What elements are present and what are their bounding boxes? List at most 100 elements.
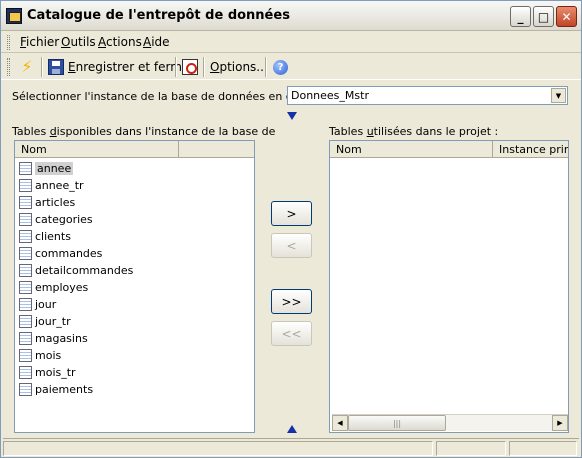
list-item-label: commandes <box>35 247 103 260</box>
chevron-down-icon[interactable]: ▼ <box>551 88 566 103</box>
splitter-up-arrow-icon[interactable] <box>287 425 297 433</box>
scroll-right-icon[interactable]: ▶ <box>552 415 568 431</box>
menu-aide-accel: A <box>143 35 152 49</box>
maximize-button[interactable]: □ <box>533 6 554 27</box>
list-item[interactable]: annee_tr <box>19 177 84 194</box>
table-icon <box>19 264 32 277</box>
help-icon: ? <box>273 59 288 75</box>
options-label: Options... <box>210 60 268 74</box>
available-tables-label-a: Tables <box>12 125 50 138</box>
list-item-label: clients <box>35 230 71 243</box>
column-header-instance-primaire[interactable]: Instance prima <box>493 141 568 158</box>
list-item[interactable]: employes <box>19 279 88 296</box>
list-item[interactable]: categories <box>19 211 93 228</box>
list-item[interactable]: mois_tr <box>19 364 76 381</box>
table-icon <box>19 247 32 260</box>
add-all-tables-button[interactable]: >> <box>271 289 312 314</box>
used-tables-label-accel: u <box>366 125 374 138</box>
list-item-label: paiements <box>35 383 94 396</box>
menu-aide[interactable]: Aide <box>143 35 170 49</box>
scroll-left-icon[interactable]: ◀ <box>332 415 348 431</box>
used-tables-label: Tables utilisées dans le projet : <box>329 125 498 138</box>
title-bar[interactable]: Catalogue de l'entrepôt de données _ □ ✕ <box>1 1 581 31</box>
list-item[interactable]: magasins <box>19 330 88 347</box>
available-tables-label: Tables disponibles dans l'instance de la… <box>12 125 275 138</box>
preview-icon <box>182 59 198 75</box>
catalogue-window: Catalogue de l'entrepôt de données _ □ ✕… <box>0 0 582 458</box>
table-icon <box>19 332 32 345</box>
menu-outils[interactable]: Outils <box>61 35 96 49</box>
menu-actions-label: ctions <box>106 35 142 49</box>
table-icon <box>19 315 32 328</box>
save-and-close-button[interactable]: Enregistrer et fermer <box>48 57 194 77</box>
table-icon <box>19 349 32 362</box>
scrollbar-thumb[interactable]: ||| <box>348 415 446 431</box>
list-item-label: annee <box>35 162 74 175</box>
menu-fichier-label: ichier <box>26 35 60 49</box>
options-button[interactable]: Options... <box>210 57 268 77</box>
list-item[interactable]: jour_tr <box>19 313 71 330</box>
list-item[interactable]: detailcommandes <box>19 262 133 279</box>
instance-select[interactable]: Donnees_Mstr ▼ <box>287 86 568 105</box>
toolbar-separator <box>175 57 177 77</box>
toolbar-grip[interactable] <box>7 58 10 76</box>
list-item-label: detailcommandes <box>35 264 134 277</box>
close-button[interactable]: ✕ <box>556 6 577 27</box>
menu-grip[interactable] <box>7 35 10 50</box>
list-item-label: mois_tr <box>35 366 76 379</box>
available-list-header: Nom <box>15 141 254 158</box>
list-item[interactable]: articles <box>19 194 75 211</box>
list-item[interactable]: mois <box>19 347 61 364</box>
app-icon <box>6 8 22 24</box>
bolt-icon: ⚡ <box>21 57 33 76</box>
column-header-nom[interactable]: Nom <box>15 141 179 158</box>
instance-select-value: Donnees_Mstr <box>291 89 369 102</box>
status-pane-tertiary <box>509 441 577 456</box>
window-title: Catalogue de l'entrepôt de données <box>27 8 290 23</box>
used-list-header: Nom Instance prima <box>330 141 568 158</box>
refresh-button[interactable]: ⚡ <box>19 57 35 77</box>
available-tables-list[interactable]: Nom annee annee_tr articles categories clien… <box>14 140 255 433</box>
column-header-nom[interactable]: Nom <box>330 141 493 158</box>
help-button[interactable]: ? <box>273 57 288 77</box>
available-tables-label-accel: d <box>49 125 57 138</box>
list-item[interactable]: annee <box>19 160 74 177</box>
table-icon <box>19 281 32 294</box>
add-table-button[interactable]: > <box>271 201 312 226</box>
minimize-button[interactable]: _ <box>510 6 531 27</box>
toolbar: ⚡ Enregistrer et fermer Options... ? <box>1 54 581 80</box>
list-item[interactable]: jour <box>19 296 56 313</box>
status-bar <box>3 438 579 457</box>
list-item[interactable]: paiements <box>19 381 93 398</box>
list-item-label: magasins <box>35 332 88 345</box>
menu-fichier[interactable]: Fichier <box>20 35 59 49</box>
save-and-close-accel: E <box>68 60 76 74</box>
available-tables-label-b: isponibles dans l'instance de la base de <box>56 125 276 138</box>
toolbar-separator <box>41 57 43 77</box>
list-item-label: employes <box>35 281 89 294</box>
splitter-down-arrow-icon[interactable] <box>287 112 297 120</box>
toolbar-separator <box>265 57 267 77</box>
list-item[interactable]: commandes <box>19 245 102 262</box>
table-icon <box>19 196 32 209</box>
table-icon <box>19 213 32 226</box>
menu-actions[interactable]: Actions <box>98 35 142 49</box>
used-tables-list[interactable]: Nom Instance prima <box>329 140 569 433</box>
used-tables-label-b: tilisées dans le projet : <box>373 125 499 138</box>
floppy-icon <box>48 59 64 75</box>
remove-table-button[interactable]: < <box>271 233 312 258</box>
used-tables-label-a: Tables <box>329 125 367 138</box>
menu-aide-label: ide <box>151 35 170 49</box>
preview-button[interactable] <box>182 57 198 77</box>
menu-actions-accel: A <box>98 35 106 49</box>
list-item-label: jour <box>35 298 57 311</box>
table-icon <box>19 179 32 192</box>
used-list-horizontal-scrollbar[interactable]: ◀ ||| ▶ <box>332 414 568 431</box>
remove-all-tables-button[interactable]: << <box>271 321 312 346</box>
list-item[interactable]: clients <box>19 228 71 245</box>
table-icon <box>19 162 32 175</box>
status-pane-secondary <box>436 441 506 456</box>
table-icon <box>19 366 32 379</box>
table-icon <box>19 383 32 396</box>
table-icon <box>19 230 32 243</box>
